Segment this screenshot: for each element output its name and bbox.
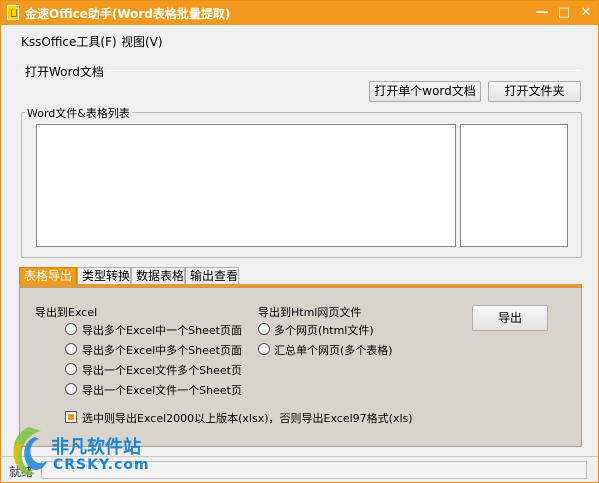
html-option-label-2: 汇总单个网页(多个表格) bbox=[274, 344, 393, 357]
excel-option-radio-2[interactable] bbox=[65, 343, 77, 355]
html-option-radio-1[interactable] bbox=[258, 323, 270, 335]
title-bar[interactable]: 金速Office助手(Word表格批量提取) — □ ✕ bbox=[1, 1, 598, 25]
watermark-text: 非凡软件站 bbox=[51, 437, 141, 458]
maximize-icon[interactable]: □ bbox=[555, 4, 573, 22]
list-section-label: Word文件&表格列表 bbox=[25, 105, 132, 121]
menu-kssoffice-tools[interactable]: KssOffice工具(F) bbox=[21, 33, 117, 50]
minimize-icon[interactable]: — bbox=[533, 4, 551, 22]
watermark-logo: 非凡软件站 CRSKY.com bbox=[1, 421, 171, 483]
tab-data-table[interactable]: 数据表格 bbox=[131, 267, 185, 284]
open-folder-button[interactable]: 打开文件夹 bbox=[488, 81, 581, 102]
html-option-radio-2[interactable] bbox=[258, 343, 270, 355]
excel-option-label-1: 导出多个Excel中一个Sheet页面 bbox=[82, 324, 242, 337]
watermark-subtext: CRSKY.com bbox=[53, 457, 150, 473]
tab-type-conversion[interactable]: 类型转换 bbox=[77, 267, 131, 284]
open-section-label: 打开Word文档 bbox=[23, 63, 106, 80]
excel-option-radio-3[interactable] bbox=[65, 363, 77, 375]
app-logo-icon bbox=[7, 5, 19, 20]
word-file-list[interactable] bbox=[36, 124, 456, 247]
excel-export-heading: 导出到Excel bbox=[35, 306, 98, 319]
export-button[interactable]: 导出 bbox=[472, 305, 548, 331]
watermark-swirl-icon bbox=[13, 427, 47, 476]
excel-option-label-2: 导出多个Excel中多个Sheet页面 bbox=[82, 344, 242, 357]
app-window: 金速Office助手(Word表格批量提取) — □ ✕ KssOffice工具… bbox=[0, 0, 599, 483]
table-list[interactable] bbox=[460, 124, 568, 247]
tab-table-export[interactable]: 表格导出 bbox=[19, 267, 77, 284]
html-export-heading: 导出到Html网页文件 bbox=[258, 306, 362, 319]
menu-view[interactable]: 视图(V) bbox=[121, 33, 163, 50]
close-icon[interactable]: ✕ bbox=[577, 4, 595, 22]
tab-output-view[interactable]: 输出查看 bbox=[185, 267, 239, 284]
excel-option-radio-1[interactable] bbox=[65, 323, 77, 335]
html-option-label-1: 多个网页(html文件) bbox=[274, 324, 374, 337]
excel-option-label-4: 导出一个Excel文件一个Sheet页 bbox=[82, 384, 242, 397]
window-title: 金速Office助手(Word表格批量提取) bbox=[25, 7, 231, 21]
open-single-word-button[interactable]: 打开单个word文档 bbox=[369, 81, 481, 102]
excel-option-radio-4[interactable] bbox=[65, 383, 77, 395]
menu-bar: KssOffice工具(F) 视图(V) bbox=[1, 29, 598, 53]
excel-option-label-3: 导出一个Excel文件多个Sheet页 bbox=[82, 364, 242, 377]
